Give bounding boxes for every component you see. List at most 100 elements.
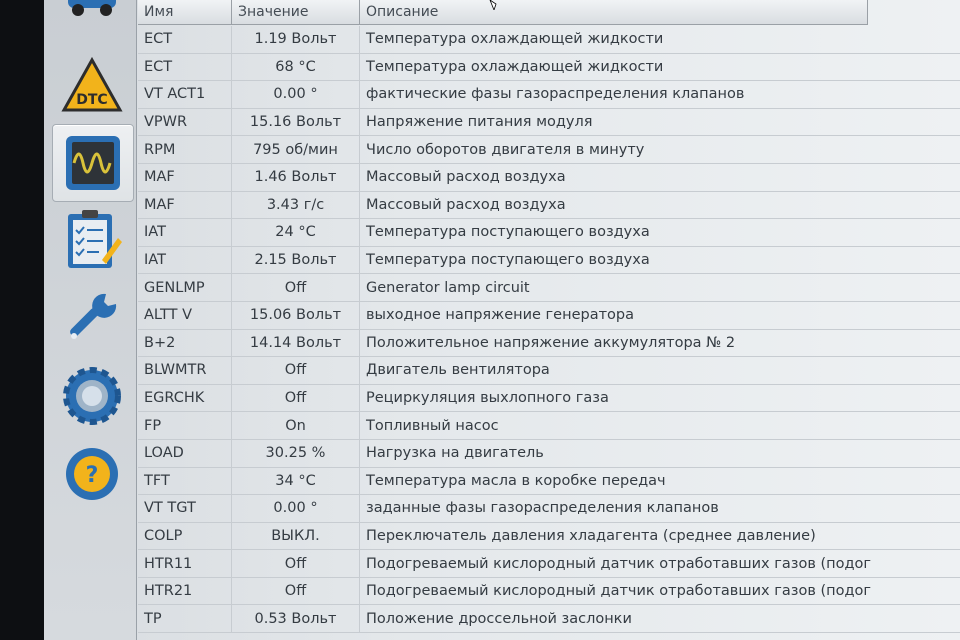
- table-row[interactable]: COLP ВЫКЛ. Переключатель давления хладаген…: [138, 522, 960, 551]
- parameter-description: Температура охлаждающей жидкости: [366, 58, 664, 75]
- parameter-name: HTR21: [138, 577, 232, 605]
- parameter-name: GENLMP: [138, 274, 232, 301]
- table-row[interactable]: ECT 68 °C Температура охлаждающей жидкости: [138, 53, 960, 82]
- table-row[interactable]: GENLMP Off Generator lamp circuit: [138, 274, 960, 302]
- dtc-icon: DTC: [61, 56, 123, 112]
- parameter-value: Off: [232, 357, 360, 384]
- parameter-value: 14.14 Вольт: [232, 329, 360, 357]
- parameter-value: Off: [232, 577, 360, 605]
- parameter-description: Температура охлаждающей жидкости: [366, 31, 664, 48]
- table-row[interactable]: FP On Топливный насос: [138, 412, 960, 440]
- table-row[interactable]: HTR11 Off Подогреваемый кислородный датчик…: [138, 550, 960, 578]
- table-row[interactable]: B+2 14.14 Вольт Положительное напряжение а…: [138, 329, 960, 358]
- wrench-icon: [70, 293, 117, 339]
- parameter-description: Нагрузка на двигатель: [366, 445, 544, 462]
- parameter-description: Массовый расход воздуха: [366, 169, 566, 186]
- sidebar-item-dtc[interactable]: DTC: [52, 48, 132, 124]
- column-header-name[interactable]: Имя: [138, 0, 232, 24]
- parameter-name: ALTT V: [138, 301, 232, 329]
- parameter-name: HTR11: [138, 550, 232, 577]
- table-row[interactable]: TFT 34 °C Температура масла в коробке пере…: [138, 467, 960, 496]
- parameter-name: EGRCHK: [138, 384, 232, 412]
- mouse-cursor-icon: [489, 0, 497, 10]
- parameter-description: выходное напряжение генератора: [366, 307, 634, 324]
- parameter-name: MAF: [138, 191, 232, 219]
- parameter-name: ECT: [138, 53, 232, 81]
- table-row[interactable]: IAT 24 °C Температура поступающего воздуха: [138, 219, 960, 247]
- parameter-value: 15.16 Вольт: [232, 108, 360, 136]
- parameter-description: Число оборотов двигателя в минуту: [366, 141, 645, 158]
- table-row[interactable]: ECT 1.19 Вольт Температура охлаждающей жид…: [138, 26, 960, 54]
- parameter-value: 34 °C: [232, 467, 360, 495]
- parameter-description: заданные фазы газораспределения клапанов: [366, 500, 719, 517]
- car-icon: [68, 0, 116, 16]
- table-row[interactable]: TP 0.53 Вольт Положение дроссельной заслон…: [138, 605, 960, 634]
- sidebar-item-live-data[interactable]: [52, 124, 134, 202]
- table-row[interactable]: MAF 1.46 Вольт Массовый расход воздуха: [138, 163, 960, 192]
- parameter-name: ECT: [138, 26, 232, 53]
- table-row[interactable]: IAT 2.15 Вольт Температура поступающего во…: [138, 246, 960, 275]
- parameter-value: 24 °C: [232, 219, 360, 246]
- parameter-name: TFT: [138, 467, 232, 495]
- sidebar-item-help[interactable]: ?: [52, 436, 132, 512]
- parameter-value: On: [232, 412, 360, 439]
- table-row[interactable]: EGRCHK Off Рециркуляция выхлопного газа: [138, 384, 960, 413]
- table-row[interactable]: BLWMTR Off Двигатель вентилятора: [138, 357, 960, 385]
- parameter-description: Generator lamp circuit: [366, 279, 530, 296]
- sidebar-item-tools[interactable]: [52, 280, 132, 356]
- parameter-value: 3.43 г/с: [232, 191, 360, 219]
- live-data-table: Имя Значение Описание ECT 1.19 Вольт Темпе…: [138, 0, 960, 640]
- steering-help-icon: ?: [66, 448, 118, 500]
- sidebar-item-car[interactable]: [52, 0, 132, 32]
- settings-gear-icon: [63, 367, 121, 425]
- parameter-value: 0.53 Вольт: [232, 605, 360, 633]
- column-header-description[interactable]: Описание: [360, 0, 868, 24]
- app-screen: DTC ? Имя Значение Описание ECT 1.19 Вол…: [44, 0, 960, 640]
- parameter-value: 795 об/мин: [232, 136, 360, 163]
- parameter-value: 0.00 °: [232, 81, 360, 108]
- column-header-value[interactable]: Значение: [232, 0, 360, 24]
- parameter-name: FP: [138, 412, 232, 439]
- parameter-description: Положение дроссельной заслонки: [366, 610, 632, 627]
- parameter-value: 30.25 %: [232, 439, 360, 467]
- parameter-name: TP: [138, 605, 232, 633]
- table-row[interactable]: VPWR 15.16 Вольт Напряжение питания модуля: [138, 108, 960, 137]
- parameter-description: Положительное напряжение аккумулятора № …: [366, 334, 736, 351]
- parameter-description: Подогреваемый кислородный датчик отработ…: [366, 583, 872, 600]
- parameter-name: VT TGT: [138, 495, 232, 522]
- table-row[interactable]: VT TGT 0.00 ° заданные фазы газораспределе…: [138, 495, 960, 523]
- parameter-name: RPM: [138, 136, 232, 163]
- parameter-name: VT ACT1: [138, 81, 232, 108]
- parameter-description: Напряжение питания модуля: [366, 114, 593, 131]
- parameter-description: Топливный насос: [366, 417, 499, 434]
- parameter-description: Массовый расход воздуха: [366, 196, 566, 213]
- sidebar-item-settings[interactable]: [52, 358, 132, 434]
- table-row[interactable]: LOAD 30.25 % Нагрузка на двигатель: [138, 439, 960, 468]
- parameter-name: COLP: [138, 522, 232, 550]
- table-row[interactable]: RPM 795 об/мин Число оборотов двигателя в …: [138, 136, 960, 164]
- parameter-name: BLWMTR: [138, 357, 232, 384]
- table-row[interactable]: MAF 3.43 г/с Массовый расход воздуха: [138, 191, 960, 220]
- parameter-description: фактические фазы газораспределения клапа…: [366, 86, 745, 103]
- parameter-value: 1.19 Вольт: [232, 26, 360, 53]
- parameter-value: 2.15 Вольт: [232, 246, 360, 274]
- parameter-description: Температура поступающего воздуха: [366, 224, 650, 241]
- parameter-description: Рециркуляция выхлопного газа: [366, 390, 609, 407]
- parameter-value: 15.06 Вольт: [232, 301, 360, 329]
- parameter-value: ВЫКЛ.: [232, 522, 360, 550]
- oscilloscope-icon: [66, 136, 120, 190]
- dtc-icon-label: DTC: [76, 92, 107, 108]
- sidebar: DTC ?: [44, 0, 137, 640]
- parameter-name: IAT: [138, 246, 232, 274]
- parameter-name: MAF: [138, 163, 232, 191]
- parameter-value: Off: [232, 550, 360, 577]
- sidebar-item-checklist[interactable]: [52, 202, 132, 278]
- table-row[interactable]: ALTT V 15.06 Вольт выходное напряжение ген…: [138, 301, 960, 330]
- parameter-description: Переключатель давления хладагента (средн…: [366, 527, 816, 544]
- table-row[interactable]: HTR21 Off Подогреваемый кислородный датчик…: [138, 577, 960, 606]
- parameter-value: 68 °C: [232, 53, 360, 81]
- table-row[interactable]: VT ACT1 0.00 ° фактические фазы газораспре…: [138, 81, 960, 109]
- checklist-icon: [68, 210, 122, 268]
- table-body: ECT 1.19 Вольт Температура охлаждающей жид…: [138, 26, 960, 634]
- parameter-value: 1.46 Вольт: [232, 163, 360, 191]
